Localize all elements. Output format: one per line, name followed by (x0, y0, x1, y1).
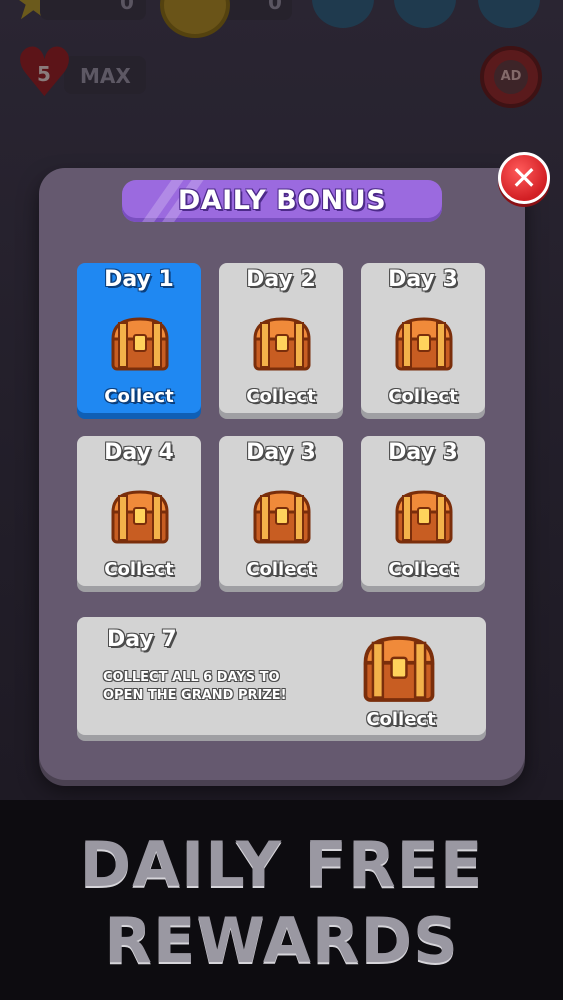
banner-line-1: DAILY FREE (79, 828, 484, 901)
lives-status: MAX (80, 64, 131, 88)
chest-icon (363, 636, 435, 702)
chest-icon (111, 317, 169, 371)
collect-label: Collect (104, 559, 174, 580)
day-label: Day 3 (388, 440, 458, 465)
chest-icon (253, 490, 311, 544)
collect-label: Collect (246, 559, 316, 580)
close-button[interactable]: ✕ (498, 152, 550, 204)
watch-ad-button[interactable]: AD (480, 46, 542, 108)
grand-prize-description: COLLECT ALL 6 DAYS TO OPEN THE GRAND PRI… (103, 670, 287, 703)
grand-prize-card[interactable]: Day 7 COLLECT ALL 6 DAYS TO OPEN THE GRA… (77, 617, 486, 735)
collect-label: Collect (388, 386, 458, 407)
promo-banner: DAILY FREE REWARDS (0, 800, 563, 1000)
day-label: Day 2 (246, 267, 316, 292)
day-card-3[interactable]: Day 3 Collect (361, 263, 485, 413)
chest-icon (253, 317, 311, 371)
grand-prize-day-label: Day 7 (107, 627, 177, 652)
day-label: Day 3 (388, 267, 458, 292)
day-card-4[interactable]: Day 4 Collect (77, 436, 201, 586)
day-label: Day 4 (104, 440, 174, 465)
collect-label: Collect (388, 559, 458, 580)
collect-label: Collect (104, 386, 174, 407)
collect-label: Collect (366, 709, 436, 730)
day-card-6[interactable]: Day 3 Collect (361, 436, 485, 586)
coins-count: 0 (268, 0, 282, 14)
collect-label: Collect (246, 386, 316, 407)
chest-icon (395, 317, 453, 371)
day-card-5[interactable]: Day 3 Collect (219, 436, 343, 586)
close-icon: ✕ (510, 159, 538, 197)
dialog-title-bar: DAILY BONUS (122, 180, 442, 222)
banner-line-2: REWARDS (104, 904, 459, 977)
dialog-title: DAILY BONUS (177, 185, 387, 216)
day-card-1[interactable]: Day 1 Collect (77, 263, 201, 413)
day-card-2[interactable]: Day 2 Collect (219, 263, 343, 413)
chest-icon (111, 490, 169, 544)
day-label: Day 1 (104, 267, 174, 292)
day-label: Day 3 (246, 440, 316, 465)
ad-label: AD (494, 60, 528, 94)
stars-count: 0 (120, 0, 134, 14)
lives-count: 5 (37, 62, 51, 86)
chest-icon (395, 490, 453, 544)
